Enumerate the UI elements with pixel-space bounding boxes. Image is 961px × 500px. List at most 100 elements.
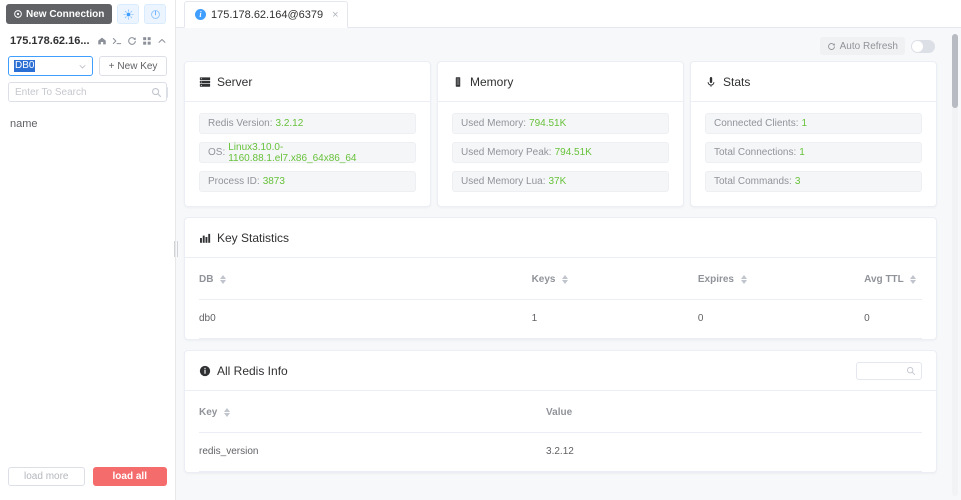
- card-memory: Memory Used Memory: 794.51K Used Memory …: [437, 61, 684, 207]
- auto-refresh-button[interactable]: Auto Refresh: [820, 37, 905, 55]
- stat-label: Total Connections:: [714, 147, 796, 158]
- key-list: name: [0, 102, 175, 459]
- col-header-value: Value: [546, 391, 922, 433]
- col-header-keys[interactable]: Keys: [532, 258, 698, 300]
- key-statistics-table: DB Keys Expires: [199, 258, 922, 339]
- sort-icon[interactable]: [910, 275, 916, 284]
- sort-icon[interactable]: [224, 408, 230, 417]
- col-header-key[interactable]: Key: [199, 391, 546, 433]
- new-key-button[interactable]: + New Key: [99, 56, 167, 76]
- stat-row: OS: Linux3.10.0-1160.88.1.el7.x86_64x86_…: [199, 142, 416, 163]
- key-statistics-header: Key Statistics: [185, 218, 936, 258]
- load-all-button[interactable]: load all: [93, 467, 168, 486]
- connection-name: 175.178.62.16...: [10, 35, 90, 47]
- content-scroll-area: Auto Refresh Server: [176, 28, 961, 500]
- search-icon[interactable]: [151, 87, 162, 98]
- col-header-avg-ttl[interactable]: Avg TTL: [864, 258, 922, 300]
- stats-icon: [705, 76, 717, 88]
- col-header-db[interactable]: DB: [199, 258, 532, 300]
- card-memory-body: Used Memory: 794.51K Used Memory Peak: 7…: [438, 102, 683, 206]
- grid-icon[interactable]: [142, 36, 152, 46]
- sidebar-resize-handle[interactable]: [172, 238, 180, 260]
- stat-value: 1: [802, 118, 808, 129]
- stat-row: Used Memory Peak: 794.51K: [452, 142, 669, 163]
- refresh-icon[interactable]: [127, 36, 137, 46]
- table-header-row: Key Value: [199, 391, 922, 433]
- card-stats-header: Stats: [691, 62, 936, 102]
- scrollbar-thumb[interactable]: [952, 34, 958, 108]
- stat-value: 3.2.12: [275, 118, 303, 129]
- col-label: Key: [199, 407, 217, 418]
- card-memory-header: Memory: [438, 62, 683, 102]
- connection-header[interactable]: 175.178.62.16...: [0, 28, 175, 54]
- connection-actions: [97, 36, 167, 46]
- new-key-label: New Key: [117, 61, 157, 72]
- main-area: i 175.178.62.164@6379 × Auto Refresh: [176, 0, 961, 500]
- stat-label: Used Memory Lua:: [461, 176, 545, 187]
- table-header-row: DB Keys Expires: [199, 258, 922, 300]
- app-root: New Connection: [0, 0, 961, 500]
- col-header-expires[interactable]: Expires: [698, 258, 864, 300]
- col-label: Value: [546, 407, 572, 418]
- stat-value: 3873: [263, 176, 285, 187]
- new-connection-button[interactable]: New Connection: [6, 4, 112, 24]
- sidebar-footer: load more load all: [0, 459, 175, 500]
- auto-refresh-toggle[interactable]: [911, 40, 935, 53]
- sort-icon[interactable]: [562, 275, 568, 284]
- auto-refresh-label: Auto Refresh: [840, 41, 898, 52]
- search-icon[interactable]: [906, 366, 916, 376]
- stat-value: 3: [795, 176, 801, 187]
- stat-row: Used Memory Lua: 37K: [452, 171, 669, 192]
- terminal-icon[interactable]: [112, 36, 122, 46]
- stat-label: Total Commands:: [714, 176, 792, 187]
- card-memory-title: Memory: [470, 75, 513, 89]
- stat-value: 37K: [548, 176, 566, 187]
- info-icon: i: [195, 9, 206, 20]
- power-button[interactable]: [144, 4, 166, 24]
- stat-value: 1: [799, 147, 805, 158]
- sort-icon[interactable]: [220, 275, 226, 284]
- stat-row: Used Memory: 794.51K: [452, 113, 669, 134]
- stat-value: 794.51K: [555, 147, 592, 158]
- cell-avg-ttl: 0: [864, 300, 922, 339]
- db-select-value: DB0: [14, 60, 35, 72]
- memory-icon: [452, 76, 464, 88]
- chevron-up-icon[interactable]: [157, 36, 167, 46]
- tab-connection[interactable]: i 175.178.62.164@6379 ×: [184, 1, 348, 28]
- stat-label: Used Memory Peak:: [461, 147, 552, 158]
- key-search-box[interactable]: [8, 82, 167, 102]
- panel-key-statistics: Key Statistics DB: [184, 217, 937, 340]
- cell-db: db0: [199, 300, 532, 339]
- close-icon[interactable]: ×: [332, 9, 338, 21]
- new-connection-label: New Connection: [26, 9, 104, 20]
- redis-info-search-box[interactable]: [856, 362, 922, 380]
- home-icon[interactable]: [97, 36, 107, 46]
- sort-icon[interactable]: [741, 275, 747, 284]
- load-more-button[interactable]: load more: [8, 467, 85, 486]
- stat-label: Redis Version:: [208, 118, 272, 129]
- content-scrollbar[interactable]: [952, 34, 958, 496]
- card-stats: Stats Connected Clients: 1 Total Connect…: [690, 61, 937, 207]
- chevron-down-icon: [78, 62, 87, 71]
- settings-button[interactable]: [117, 4, 139, 24]
- stat-row: Redis Version: 3.2.12: [199, 113, 416, 134]
- stat-label: Connected Clients:: [714, 118, 799, 129]
- list-item[interactable]: name: [10, 116, 165, 132]
- key-search-input[interactable]: [15, 87, 147, 98]
- cell-key: redis_version: [199, 433, 546, 472]
- db-select[interactable]: DB0: [8, 56, 93, 76]
- table-row[interactable]: redis_version 3.2.12: [199, 433, 922, 472]
- info-icon: [199, 365, 211, 377]
- card-stats-body: Connected Clients: 1 Total Connections: …: [691, 102, 936, 206]
- cell-expires: 0: [698, 300, 864, 339]
- plus-icon: +: [109, 61, 115, 72]
- cell-value: 3.2.12: [546, 433, 922, 472]
- info-cards: Server Redis Version: 3.2.12 OS: Linux3.…: [184, 61, 937, 207]
- sidebar-toolbar: New Connection: [0, 0, 175, 28]
- tab-label: 175.178.62.164@6379: [211, 9, 323, 21]
- search-mode-toggle[interactable]: [166, 87, 168, 98]
- table-row[interactable]: db0 1 0 0: [199, 300, 922, 339]
- key-statistics-title: Key Statistics: [217, 231, 289, 245]
- all-redis-info-title: All Redis Info: [217, 364, 288, 378]
- stat-label: OS:: [208, 147, 225, 158]
